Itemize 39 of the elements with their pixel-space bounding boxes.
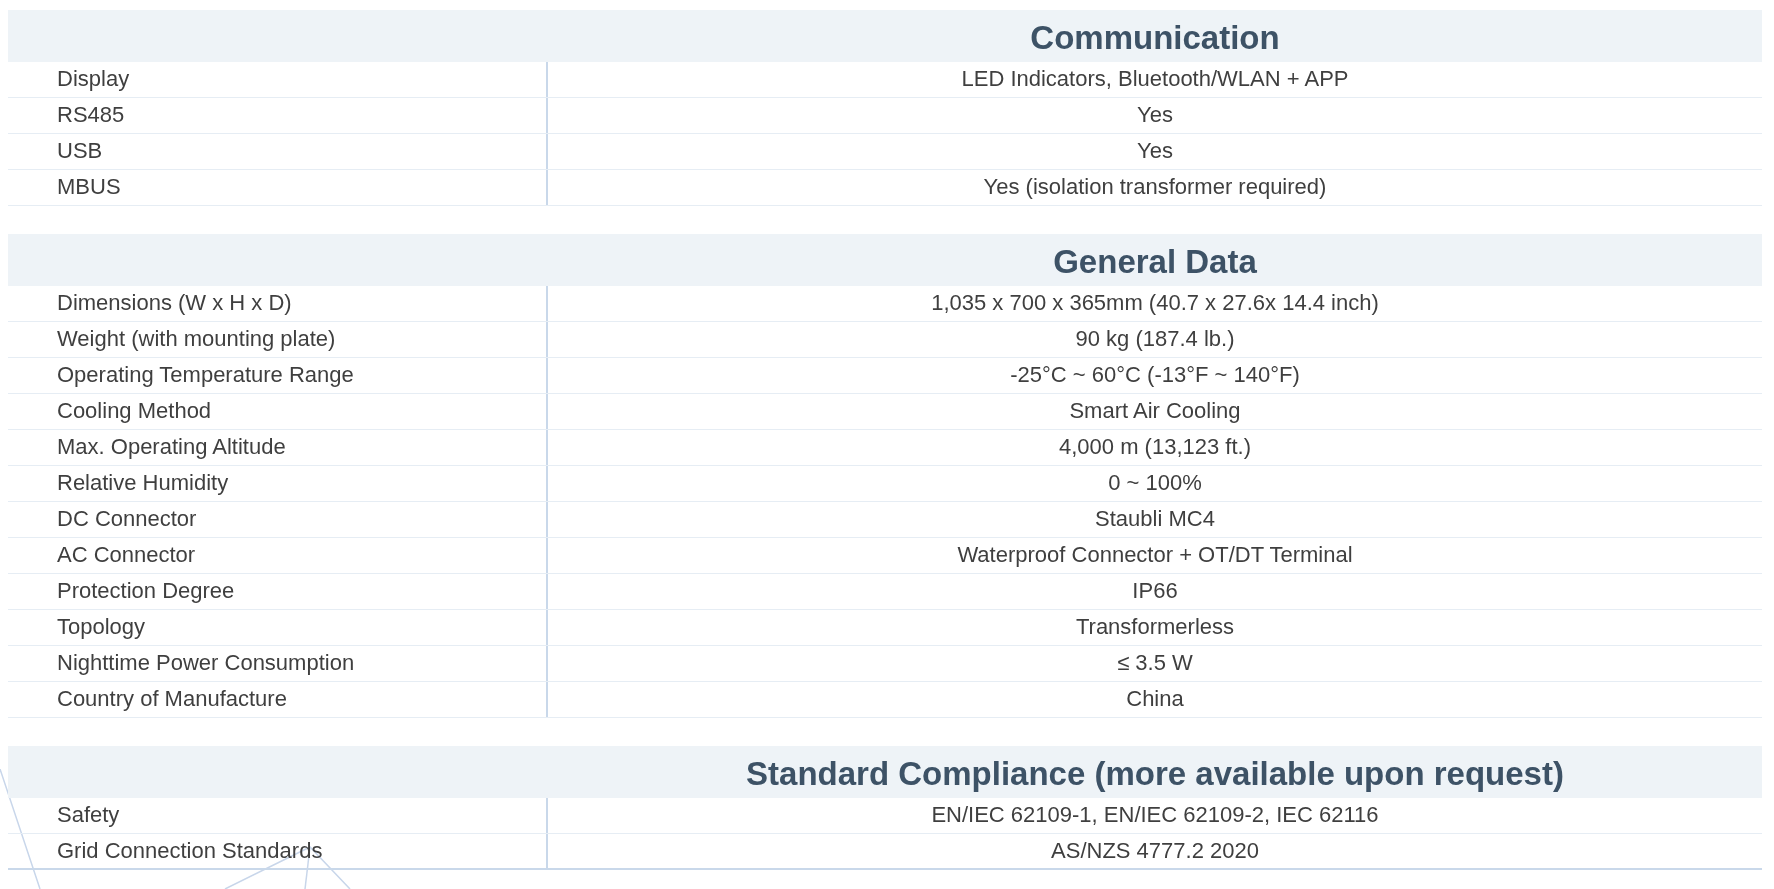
spec-label: Display (8, 62, 548, 97)
spec-label: Dimensions (W x H x D) (8, 286, 548, 321)
spec-value: 90 kg (187.4 lb.) (1074, 325, 1236, 353)
spec-label: DC Connector (8, 502, 548, 537)
spec-value: ≤ 3.5 W (1116, 649, 1194, 677)
spec-label: RS485 (8, 98, 548, 133)
spec-value: Yes (isolation transformer required) (982, 173, 1328, 201)
spec-label: USB (8, 134, 548, 169)
section-title: Standard Compliance (more available upon request) (745, 757, 1565, 794)
spec-value: Yes (1136, 101, 1174, 129)
spec-label: Safety (8, 798, 548, 833)
spec-value: Waterproof Connector + OT/DT Terminal (956, 541, 1354, 569)
spec-label: Weight (with mounting plate) (8, 322, 548, 357)
spec-value: Yes (1136, 137, 1174, 165)
spec-value: EN/IEC 62109-1, EN/IEC 62109-2, IEC 62116 (930, 801, 1380, 829)
spec-value: 1,035 x 700 x 365mm (40.7 x 27.6x 14.4 inch) (930, 289, 1380, 317)
section-title: Communication (1029, 21, 1281, 58)
spec-label: Topology (8, 610, 548, 645)
spec-value: Staubli MC4 (1094, 505, 1216, 533)
spec-label: Country of Manufacture (8, 682, 548, 717)
spec-value: IP66 (1131, 577, 1179, 605)
spec-label: Grid Connection Standards (8, 834, 548, 868)
spec-label: Relative Humidity (8, 466, 548, 501)
spec-label: Max. Operating Altitude (8, 430, 548, 465)
spec-value: 0 ~ 100% (1107, 469, 1203, 497)
spec-value: LED Indicators, Bluetooth/WLAN + APP (960, 65, 1350, 93)
spec-value: AS/NZS 4777.2 2020 (1050, 837, 1260, 865)
spec-value: -25°C ~ 60°C (-13°F ~ 140°F) (1009, 361, 1301, 389)
spec-label: MBUS (8, 170, 548, 205)
spec-value: China (1125, 685, 1185, 713)
spec-value: 4,000 m (13,123 ft.) (1058, 433, 1252, 461)
spec-label: AC Connector (8, 538, 548, 573)
spec-label: Cooling Method (8, 394, 548, 429)
section-title: General Data (1052, 245, 1258, 282)
spec-value: Transformerless (1074, 613, 1236, 641)
spec-value: Smart Air Cooling (1068, 397, 1242, 425)
spec-label: Nighttime Power Consumption (8, 646, 548, 681)
spec-label: Operating Temperature Range (8, 358, 548, 393)
spec-label: Protection Degree (8, 574, 548, 609)
